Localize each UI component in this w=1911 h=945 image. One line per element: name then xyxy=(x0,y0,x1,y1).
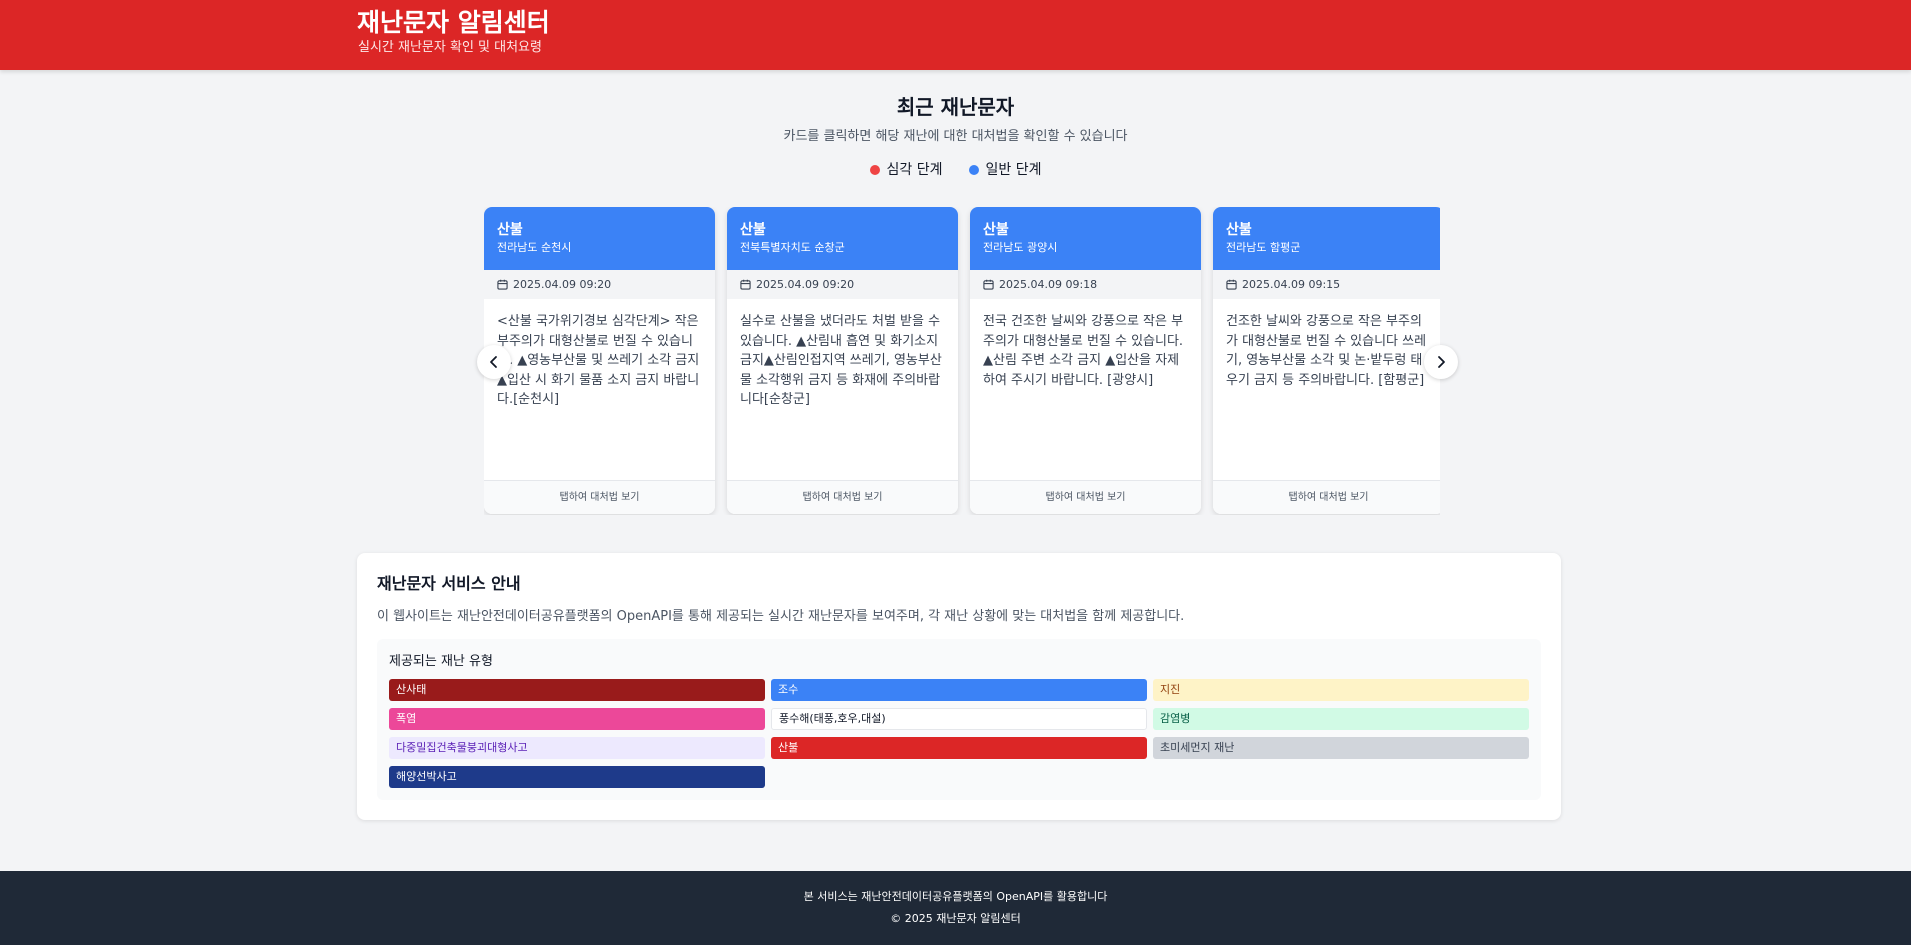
card-date: 2025.04.09 09:15 xyxy=(1242,278,1341,291)
card-header: 산불 전라남도 함평군 xyxy=(1213,207,1440,270)
message-card[interactable]: 산불 전라남도 함평군 2025.04.09 09:15 건조한 날씨와 강풍으… xyxy=(1213,207,1440,514)
footer-copyright: © 2025 재난문자 알림센터 xyxy=(890,912,1021,925)
carousel-prev-button[interactable] xyxy=(477,345,511,379)
card-message: 건조한 날씨와 강풍으로 작은 부주의가 대형산불로 번질 수 있습니다 쓰레기… xyxy=(1226,314,1427,388)
calendar-icon xyxy=(497,279,508,290)
disaster-type-tag: 다중밀집건축물붕괴대형사고 xyxy=(389,737,765,759)
card-disaster-type: 산불 xyxy=(497,222,523,238)
normal-dot-icon xyxy=(968,165,979,175)
card-date: 2025.04.09 09:20 xyxy=(756,278,855,291)
card-region: 전라남도 순천시 xyxy=(497,241,572,254)
card-view-guide-link[interactable]: 탭하여 대처법 보기 xyxy=(1213,480,1440,514)
legend-item-severe: 심각 단계 xyxy=(869,160,943,180)
disaster-type-tag: 풍수해(태풍,호우,대설) xyxy=(771,708,1147,730)
chevron-left-icon xyxy=(490,356,497,368)
card-header: 산불 전북특별자치도 순창군 xyxy=(727,207,958,270)
disaster-type-tag: 지진 xyxy=(1153,679,1529,701)
message-card[interactable]: 산불 전북특별자치도 순창군 2025.04.09 09:20 실수로 산불을 … xyxy=(727,207,958,514)
legend-label-normal: 일반 단계 xyxy=(985,162,1042,178)
calendar-icon xyxy=(1226,279,1237,290)
footer-notice: 본 서비스는 재난안전데이터공유플랫폼의 OpenAPI를 활용합니다 xyxy=(803,890,1108,903)
message-carousel: 산불 전라남도 순천시 2025.04.09 09:20 <산불 국가위기경보 … xyxy=(477,207,1458,515)
site-title[interactable]: 재난문자 알림센터 xyxy=(357,8,550,38)
message-card[interactable]: 산불 전라남도 순천시 2025.04.09 09:20 <산불 국가위기경보 … xyxy=(484,207,715,514)
disaster-type-tag: 감염병 xyxy=(1153,708,1529,730)
card-region: 전라남도 광양시 xyxy=(983,241,1058,254)
severe-dot-icon xyxy=(869,165,880,175)
card-message: 전국 건조한 날씨와 강풍으로 작은 부주의가 대형산불로 번질 수 있습니다.… xyxy=(983,314,1184,388)
message-card[interactable]: 산불 전라남도 광양시 2025.04.09 09:18 전국 건조한 날씨와 … xyxy=(970,207,1201,514)
service-info-panel: 재난문자 서비스 안내 이 웹사이트는 재난안전데이터공유플랫폼의 OpenAP… xyxy=(357,553,1561,820)
severity-legend: 심각 단계 일반 단계 xyxy=(0,160,1911,180)
disaster-types-grid: 산사태 조수 지진 폭염 풍수해(태풍,호우,대설) 감염병 다중밀집건축물붕괴… xyxy=(389,679,1529,788)
calendar-icon xyxy=(740,279,751,290)
card-message: 실수로 산불을 냈더라도 처벌 받을 수 있습니다. ▲산림내 흡연 및 화기소… xyxy=(740,314,942,407)
card-header: 산불 전라남도 순천시 xyxy=(484,207,715,270)
card-region: 전라남도 함평군 xyxy=(1226,241,1301,254)
calendar-icon xyxy=(983,279,994,290)
card-region: 전북특별자치도 순창군 xyxy=(740,241,845,254)
service-info-description: 이 웹사이트는 재난안전데이터공유플랫폼의 OpenAPI를 통해 제공되는 실… xyxy=(377,609,1185,624)
site-subtitle: 실시간 재난문자 확인 및 대처요령 xyxy=(358,40,542,55)
card-view-guide-link[interactable]: 탭하여 대처법 보기 xyxy=(727,480,958,514)
recent-section-title: 최근 재난문자 xyxy=(896,95,1015,119)
recent-section-description: 카드를 클릭하면 해당 재난에 대한 대처법을 확인할 수 있습니다 xyxy=(783,129,1128,144)
disaster-type-tag: 폭염 xyxy=(389,708,765,730)
card-date-row: 2025.04.09 09:15 xyxy=(1213,270,1440,299)
disaster-types-box: 제공되는 재난 유형 산사태 조수 지진 폭염 풍수해(태풍,호우,대설) 감염… xyxy=(377,639,1541,800)
card-date: 2025.04.09 09:20 xyxy=(513,278,612,291)
disaster-type-tag: 산불 xyxy=(771,737,1147,759)
service-info-title: 재난문자 서비스 안내 xyxy=(377,574,521,593)
disaster-type-tag: 산사태 xyxy=(389,679,765,701)
card-disaster-type: 산불 xyxy=(740,222,766,238)
disaster-type-tag: 해양선박사고 xyxy=(389,766,765,788)
disaster-types-title: 제공되는 재난 유형 xyxy=(389,654,493,669)
card-date-row: 2025.04.09 09:20 xyxy=(727,270,958,299)
card-date-row: 2025.04.09 09:20 xyxy=(484,270,715,299)
site-footer: 본 서비스는 재난안전데이터공유플랫폼의 OpenAPI를 활용합니다 © 20… xyxy=(0,871,1911,945)
card-view-guide-link[interactable]: 탭하여 대처법 보기 xyxy=(484,480,715,514)
site-header: 재난문자 알림센터 실시간 재난문자 확인 및 대처요령 xyxy=(0,0,1911,70)
chevron-right-icon xyxy=(1438,356,1445,368)
card-disaster-type: 산불 xyxy=(983,222,1009,238)
card-view-guide-link[interactable]: 탭하여 대처법 보기 xyxy=(970,480,1201,514)
legend-label-severe: 심각 단계 xyxy=(886,162,943,178)
carousel-viewport: 산불 전라남도 순천시 2025.04.09 09:20 <산불 국가위기경보 … xyxy=(484,207,1440,515)
card-disaster-type: 산불 xyxy=(1226,222,1252,238)
card-message: <산불 국가위기경보 심각단계> 작은 부주의가 대형산불로 번질 수 있습니다… xyxy=(497,314,700,407)
disaster-type-tag: 초미세먼지 재난 xyxy=(1153,737,1529,759)
card-date: 2025.04.09 09:18 xyxy=(999,278,1098,291)
carousel-next-button[interactable] xyxy=(1424,345,1458,379)
card-header: 산불 전라남도 광양시 xyxy=(970,207,1201,270)
disaster-type-tag: 조수 xyxy=(771,679,1147,701)
legend-item-normal: 일반 단계 xyxy=(968,160,1042,180)
card-date-row: 2025.04.09 09:18 xyxy=(970,270,1201,299)
